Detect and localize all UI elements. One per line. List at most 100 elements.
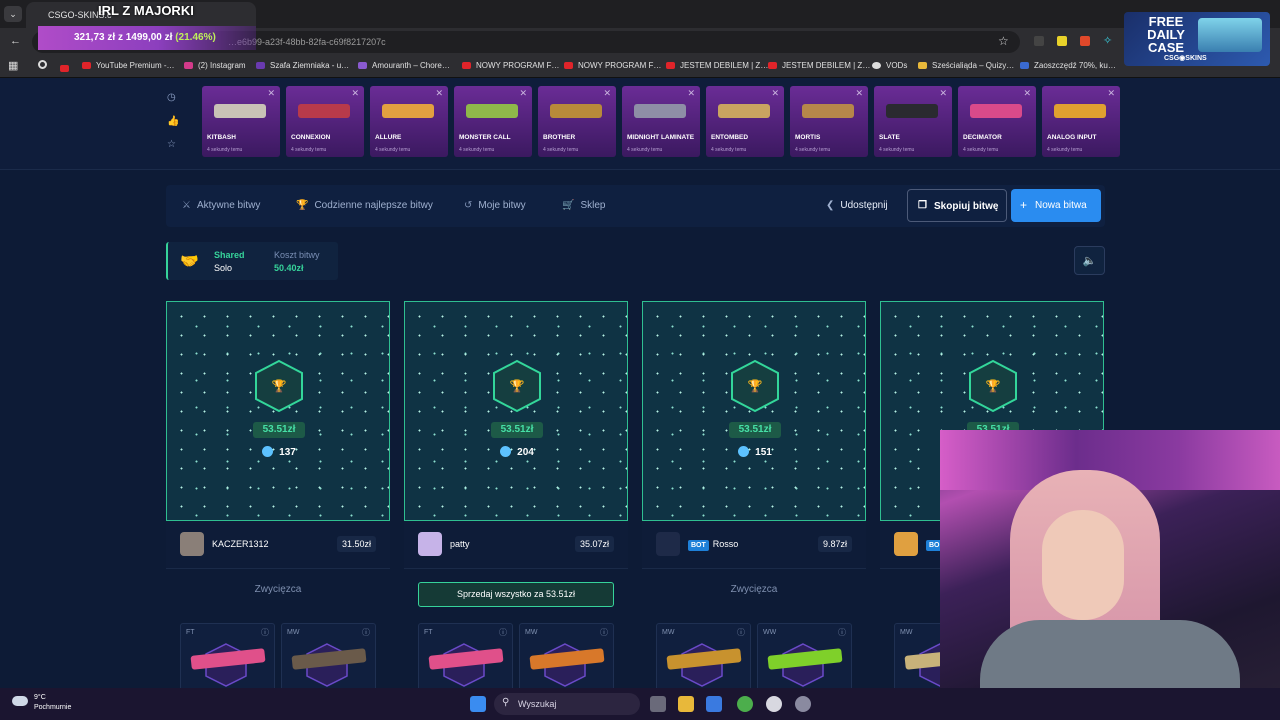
close-icon[interactable]: ✕	[519, 88, 527, 99]
item-card[interactable]: MW ⓘ	[519, 623, 614, 691]
app-icon[interactable]	[766, 696, 782, 712]
nav-my-battles[interactable]: ↺ Moje bitwy	[464, 200, 526, 211]
item-wear: FT	[424, 629, 433, 636]
coin-icon	[262, 446, 274, 457]
item-card[interactable]: WW ⓘ	[757, 623, 852, 691]
avatar[interactable]	[418, 532, 442, 556]
settings-gear-icon[interactable]	[795, 696, 811, 712]
info-icon[interactable]: ⓘ	[838, 627, 846, 638]
drop-name: MORTIS	[795, 134, 821, 141]
extension-icon[interactable]	[1034, 36, 1044, 46]
coin-value: 137	[279, 447, 296, 458]
extension-icon[interactable]	[1057, 36, 1067, 46]
nav-daily-battles[interactable]: 🏆 Codzienne najlepsze bitwy	[296, 200, 433, 211]
bookmark-item[interactable]: VODs	[872, 61, 907, 70]
close-icon[interactable]: ✕	[855, 88, 863, 99]
copy-icon: ❐	[918, 200, 927, 211]
drop-card[interactable]: ✕ MONSTER CALL 4 sekundy temu	[454, 86, 532, 157]
bookmark-icon[interactable]	[38, 60, 47, 69]
nav-active-battles[interactable]: ⚔ Aktywne bitwy	[182, 200, 260, 211]
sound-toggle-button[interactable]: 🔈	[1074, 246, 1105, 275]
drop-card[interactable]: ✕ BROTHER 4 sekundy temu	[538, 86, 616, 157]
new-battle-button[interactable]: + Nowa bitwa	[1011, 189, 1101, 222]
history-icon: ↺	[464, 200, 473, 211]
close-icon[interactable]: ✕	[687, 88, 695, 99]
close-icon[interactable]: ✕	[1023, 88, 1031, 99]
back-arrow-icon[interactable]: ←	[10, 35, 21, 47]
bookmark-item[interactable]: JESTEM DEBILEM | Z…	[768, 61, 870, 70]
battle-mode-info: 🤝 Shared Solo Koszt bitwy 50.40zł	[166, 242, 338, 280]
bookmark-item[interactable]: Szafa Ziemniaka - u…	[256, 61, 349, 70]
winner-label: Zwycięzca	[730, 584, 778, 595]
avatar[interactable]	[894, 532, 918, 556]
extension-icon[interactable]	[1080, 36, 1090, 46]
drop-card[interactable]: ✕ KITBASH 4 sekundy temu	[202, 86, 280, 157]
skin-image	[886, 104, 938, 118]
bookmark-item[interactable]: NOWY PROGRAM F…	[462, 61, 559, 70]
weather-widget[interactable]: 9°C Pochmurnie	[12, 693, 71, 713]
bookmark-item[interactable]: JESTEM DEBILEM | Z…	[666, 61, 768, 70]
share-button[interactable]: ❮ Udostępnij	[826, 200, 888, 211]
youtube-icon[interactable]	[60, 65, 69, 72]
drop-card[interactable]: ✕ MIDNIGHT LAMINATE 4 sekundy temu	[622, 86, 700, 157]
store-icon[interactable]	[706, 696, 722, 712]
weather-desc: Pochmurnie	[34, 704, 72, 711]
bookmark-item[interactable]: Amouranth – Chore…	[358, 61, 450, 70]
item-card[interactable]: FT ⓘ	[418, 623, 513, 691]
item-card[interactable]: MW ⓘ	[281, 623, 376, 691]
youtube-icon	[666, 62, 675, 69]
youtube-icon	[82, 62, 91, 69]
close-icon[interactable]: ✕	[939, 88, 947, 99]
info-icon[interactable]: ⓘ	[737, 627, 745, 638]
sell-all-button[interactable]: Sprzedaj wszystko za 53.51zł	[418, 582, 614, 607]
share-icon: ❮	[826, 200, 835, 211]
copy-battle-button[interactable]: ❐ Skopiuj bitwę	[907, 189, 1007, 222]
svg-text:🏆: 🏆	[748, 379, 763, 393]
bookmark-item[interactable]: NOWY PROGRAM F…	[564, 61, 661, 70]
drop-card[interactable]: ✕ CONNEXION 4 sekundy temu	[286, 86, 364, 157]
info-icon[interactable]: ⓘ	[499, 627, 507, 638]
drop-card[interactable]: ✕ ALLURE 4 sekundy temu	[370, 86, 448, 157]
coin-count: 204	[405, 446, 629, 458]
clock-icon[interactable]: ◷	[167, 92, 176, 103]
drop-card[interactable]: ✕ ENTOMBED 4 sekundy temu	[706, 86, 784, 157]
extension-icon[interactable]: ✧	[1103, 34, 1112, 47]
bookmark-item[interactable]: Sześcialiąda – Quizy…	[918, 61, 1014, 70]
task-view-icon[interactable]	[650, 696, 666, 712]
bookmark-item[interactable]: (2) Instagram	[184, 61, 246, 70]
avatar[interactable]	[180, 532, 204, 556]
webcam-feed	[940, 430, 1280, 720]
bookmark-item[interactable]: YouTube Premium -…	[82, 61, 175, 70]
close-icon[interactable]: ✕	[1107, 88, 1115, 99]
bookmark-item[interactable]: Zaoszczędź 70%, ku…	[1020, 61, 1116, 70]
close-icon[interactable]: ✕	[267, 88, 275, 99]
item-card[interactable]: FT ⓘ	[180, 623, 275, 691]
nav-shop[interactable]: 🛒 Sklep	[562, 200, 605, 211]
drop-name: MIDNIGHT LAMINATE	[627, 134, 695, 141]
close-icon[interactable]: ✕	[351, 88, 359, 99]
drop-card[interactable]: ✕ DECIMATOR 4 sekundy temu	[958, 86, 1036, 157]
bookmark-star-icon[interactable]: ☆	[998, 34, 1009, 48]
info-icon[interactable]: ⓘ	[600, 627, 608, 638]
item-wear: MW	[662, 629, 675, 636]
close-icon[interactable]: ✕	[435, 88, 443, 99]
info-icon[interactable]: ⓘ	[362, 627, 370, 638]
apps-grid-icon[interactable]: ▦	[8, 59, 18, 72]
chrome-icon[interactable]	[737, 696, 753, 712]
thumbs-up-icon[interactable]: 👍	[167, 116, 179, 127]
windows-start-icon[interactable]	[470, 696, 486, 712]
stream-title: IRL Z MAJORKI	[98, 3, 194, 18]
drop-card[interactable]: ✕ MORTIS 4 sekundy temu	[790, 86, 868, 157]
star-icon[interactable]: ☆	[167, 139, 176, 150]
taskbar-search[interactable]: ⚲ Wyszukaj	[494, 693, 640, 715]
file-explorer-icon[interactable]	[678, 696, 694, 712]
skin-image	[634, 104, 686, 118]
avatar[interactable]	[656, 532, 680, 556]
drop-card[interactable]: ✕ SLATE 4 sekundy temu	[874, 86, 952, 157]
close-icon[interactable]: ✕	[771, 88, 779, 99]
tab-search-chevron-icon[interactable]: ⌄	[4, 6, 22, 22]
close-icon[interactable]: ✕	[603, 88, 611, 99]
drop-card[interactable]: ✕ ANALOG INPUT 4 sekundy temu	[1042, 86, 1120, 157]
item-card[interactable]: MW ⓘ	[656, 623, 751, 691]
info-icon[interactable]: ⓘ	[261, 627, 269, 638]
